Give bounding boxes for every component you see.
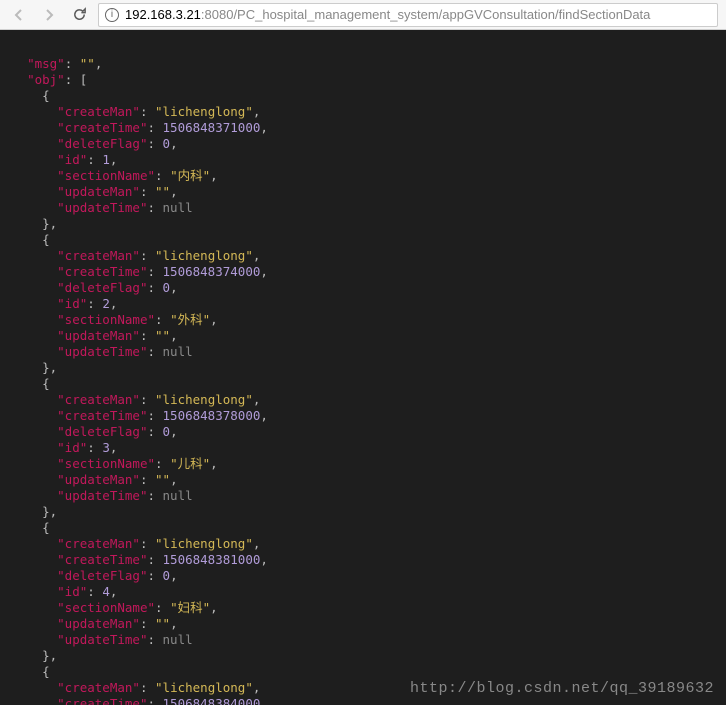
back-button[interactable] [8, 4, 30, 26]
url-host: 192.168.3.21 [125, 7, 201, 22]
json-content: "msg": "", "obj": [ { "createMan": "lich… [12, 56, 726, 705]
address-bar[interactable]: i 192.168.3.21:8080/PC_hospital_manageme… [98, 3, 718, 27]
site-info-icon[interactable]: i [105, 8, 119, 22]
watermark: http://blog.csdn.net/qq_39189632 [410, 681, 714, 697]
forward-button[interactable] [38, 4, 60, 26]
browser-toolbar: i 192.168.3.21:8080/PC_hospital_manageme… [0, 0, 726, 30]
reload-button[interactable] [68, 4, 90, 26]
json-response-body: "msg": "", "obj": [ { "createMan": "lich… [0, 30, 726, 705]
url-path: :8080/PC_hospital_management_system/appG… [201, 7, 651, 22]
